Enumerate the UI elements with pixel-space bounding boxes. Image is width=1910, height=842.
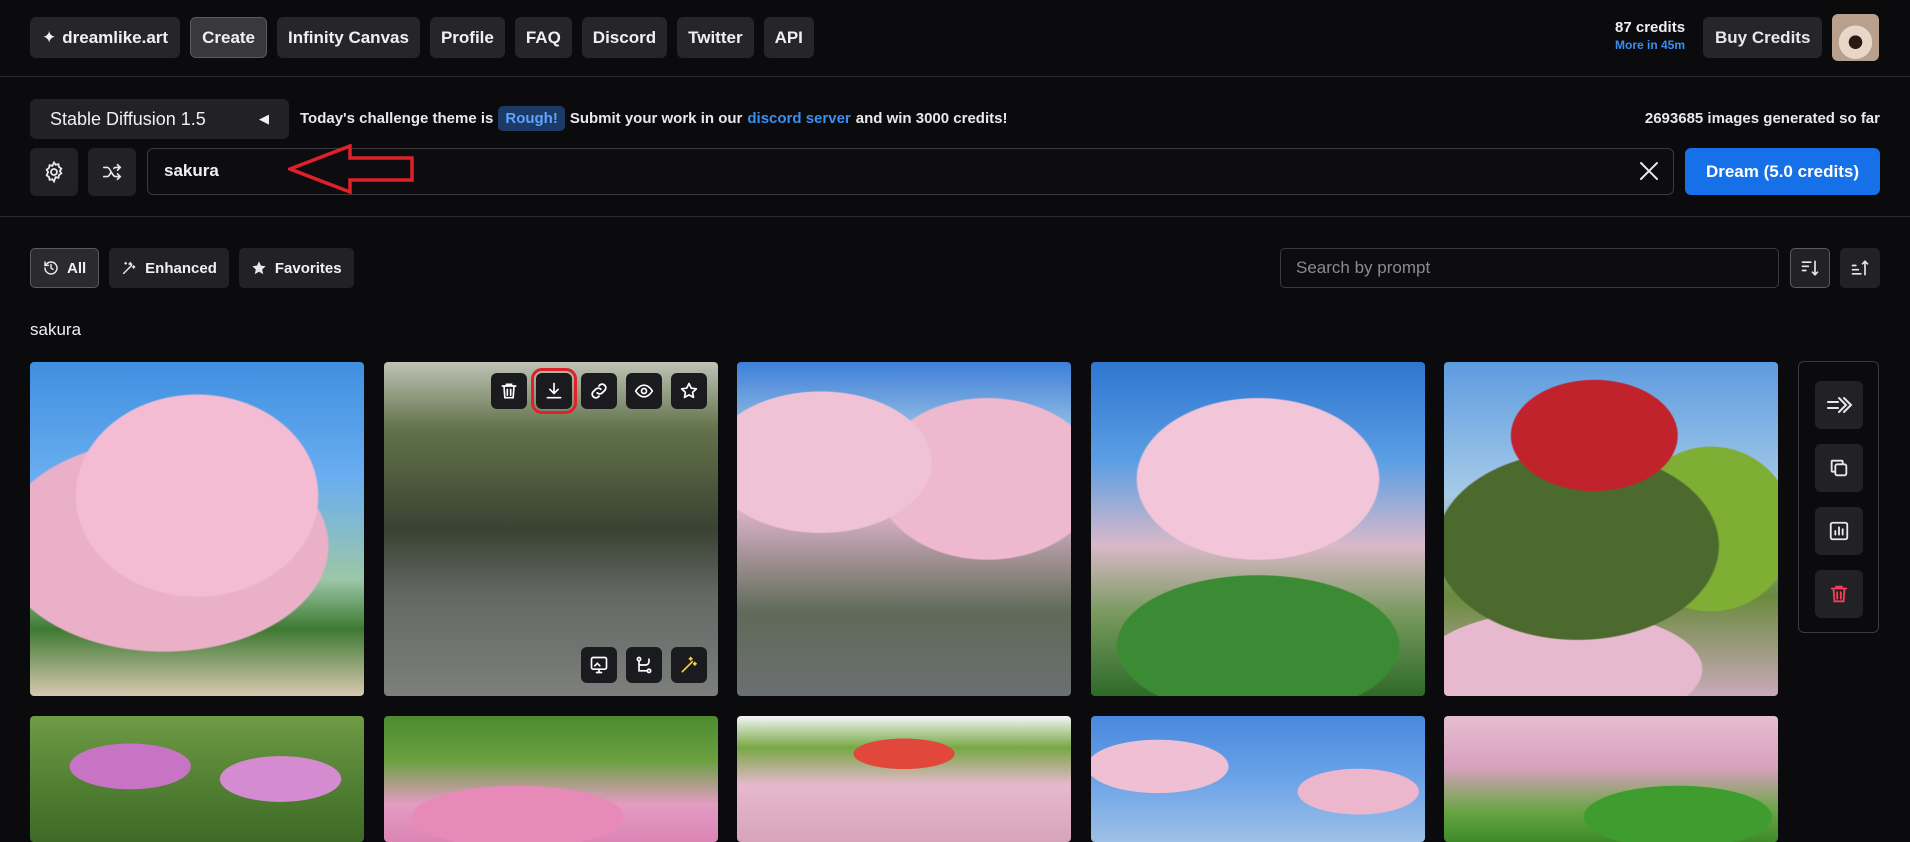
gallery-image[interactable] bbox=[737, 716, 1071, 842]
filter-enhanced[interactable]: Enhanced bbox=[109, 248, 229, 288]
magic-wand-icon bbox=[123, 261, 136, 275]
discord-server-link[interactable]: discord server bbox=[747, 110, 850, 127]
double-arrow-right-icon bbox=[1827, 397, 1853, 413]
trash-icon bbox=[1830, 585, 1848, 603]
model-select[interactable]: Stable Diffusion 1.5 ◀ bbox=[30, 99, 289, 139]
sort-descending-button[interactable] bbox=[1790, 248, 1830, 288]
star-outline-icon bbox=[680, 382, 698, 399]
copy-icon bbox=[1830, 459, 1848, 477]
top-bar: ✦ dreamlike.art Create Infinity Canvas P… bbox=[0, 0, 1910, 77]
chart-icon bbox=[1829, 521, 1849, 541]
gallery-image[interactable] bbox=[30, 716, 364, 842]
challenge-mid: Submit your work in our bbox=[569, 110, 743, 127]
sort-ascending-icon bbox=[1851, 260, 1869, 276]
trash-icon bbox=[501, 383, 517, 399]
nav-profile[interactable]: Profile bbox=[429, 17, 505, 58]
settings-button[interactable] bbox=[30, 148, 78, 196]
credits-display: 87 credits More in 45m bbox=[1615, 19, 1685, 52]
search-input[interactable] bbox=[1281, 249, 1778, 287]
gallery-image[interactable] bbox=[1091, 362, 1425, 696]
magic-wand-icon bbox=[681, 656, 697, 673]
eye-icon bbox=[634, 384, 654, 398]
group-title: sakura bbox=[30, 320, 82, 339]
history-filters: All Enhanced Favorites bbox=[30, 248, 354, 288]
expand-panel-button[interactable] bbox=[1815, 381, 1863, 429]
dream-button[interactable]: Dream (5.0 credits) bbox=[1685, 148, 1880, 195]
filter-favorites-label: Favorites bbox=[274, 259, 342, 277]
sparkle-icon: ✦ bbox=[42, 27, 57, 47]
challenge-banner: Today's challenge theme is Rough! Submit… bbox=[300, 106, 1007, 131]
history-icon bbox=[44, 261, 58, 275]
gallery-image[interactable] bbox=[737, 362, 1071, 696]
model-select-value: Stable Diffusion 1.5 bbox=[50, 108, 206, 129]
copy-link-button[interactable] bbox=[581, 373, 617, 409]
buy-credits-button[interactable]: Buy Credits bbox=[1703, 17, 1823, 58]
batch-actions-panel bbox=[1798, 361, 1879, 633]
gallery-image[interactable] bbox=[1444, 716, 1778, 842]
credits-count: 87 credits bbox=[1615, 19, 1686, 36]
close-icon[interactable] bbox=[1637, 159, 1661, 183]
variations-button[interactable] bbox=[626, 647, 662, 683]
filter-favorites[interactable]: Favorites bbox=[238, 248, 354, 288]
favorite-button[interactable] bbox=[671, 373, 707, 409]
images-generated-count: 2693685 images generated so far bbox=[1644, 110, 1880, 127]
branch-icon bbox=[636, 656, 652, 674]
filter-all[interactable]: All bbox=[30, 248, 100, 288]
nav-create[interactable]: Create bbox=[190, 17, 268, 58]
nav-api[interactable]: API bbox=[763, 17, 814, 58]
filter-all-label: All bbox=[67, 259, 87, 277]
stats-button[interactable] bbox=[1815, 507, 1863, 555]
gallery-image-hovered[interactable] bbox=[384, 362, 718, 696]
star-icon bbox=[252, 261, 266, 275]
annotation-arrow-icon bbox=[288, 144, 414, 194]
enhance-button[interactable] bbox=[671, 647, 707, 683]
random-prompt-button[interactable] bbox=[88, 148, 136, 196]
delete-all-button[interactable] bbox=[1815, 570, 1863, 618]
gallery-image[interactable] bbox=[384, 716, 718, 842]
logo-text: dreamlike.art bbox=[62, 27, 169, 47]
gear-icon bbox=[45, 160, 63, 184]
toggle-visibility-button[interactable] bbox=[626, 373, 662, 409]
nav-twitter[interactable]: Twitter bbox=[677, 17, 754, 58]
logo-button[interactable]: ✦ dreamlike.art bbox=[30, 17, 181, 58]
nav-discord[interactable]: Discord bbox=[581, 17, 668, 58]
generator-panel: Stable Diffusion 1.5 ◀ Today's challenge… bbox=[0, 77, 1910, 217]
nav-infinity-canvas[interactable]: Infinity Canvas bbox=[277, 17, 420, 58]
shuffle-icon bbox=[102, 163, 122, 181]
main-nav: ✦ dreamlike.art Create Infinity Canvas P… bbox=[30, 17, 814, 58]
sort-descending-icon bbox=[1801, 260, 1819, 276]
link-icon bbox=[591, 383, 607, 399]
challenge-prefix: Today's challenge theme is bbox=[300, 110, 494, 127]
challenge-suffix: and win 3000 credits! bbox=[855, 110, 1008, 127]
use-as-input-button[interactable] bbox=[581, 647, 617, 683]
gallery-image[interactable] bbox=[30, 362, 364, 696]
delete-image-button[interactable] bbox=[491, 373, 527, 409]
credits-refill-note: More in 45m bbox=[1615, 38, 1686, 52]
copy-button[interactable] bbox=[1815, 444, 1863, 492]
nav-faq[interactable]: FAQ bbox=[514, 17, 572, 58]
search-field bbox=[1280, 248, 1779, 288]
image-input-icon bbox=[590, 656, 608, 674]
sort-ascending-button[interactable] bbox=[1840, 248, 1880, 288]
filter-enhanced-label: Enhanced bbox=[145, 259, 217, 277]
download-image-button[interactable] bbox=[531, 368, 577, 414]
caret-left-icon: ◀ bbox=[259, 111, 269, 126]
download-icon bbox=[546, 382, 562, 399]
gallery-image[interactable] bbox=[1444, 362, 1778, 696]
challenge-theme-badge: Rough! bbox=[498, 106, 565, 131]
avatar[interactable] bbox=[1832, 14, 1879, 61]
gallery-image[interactable] bbox=[1091, 716, 1425, 842]
